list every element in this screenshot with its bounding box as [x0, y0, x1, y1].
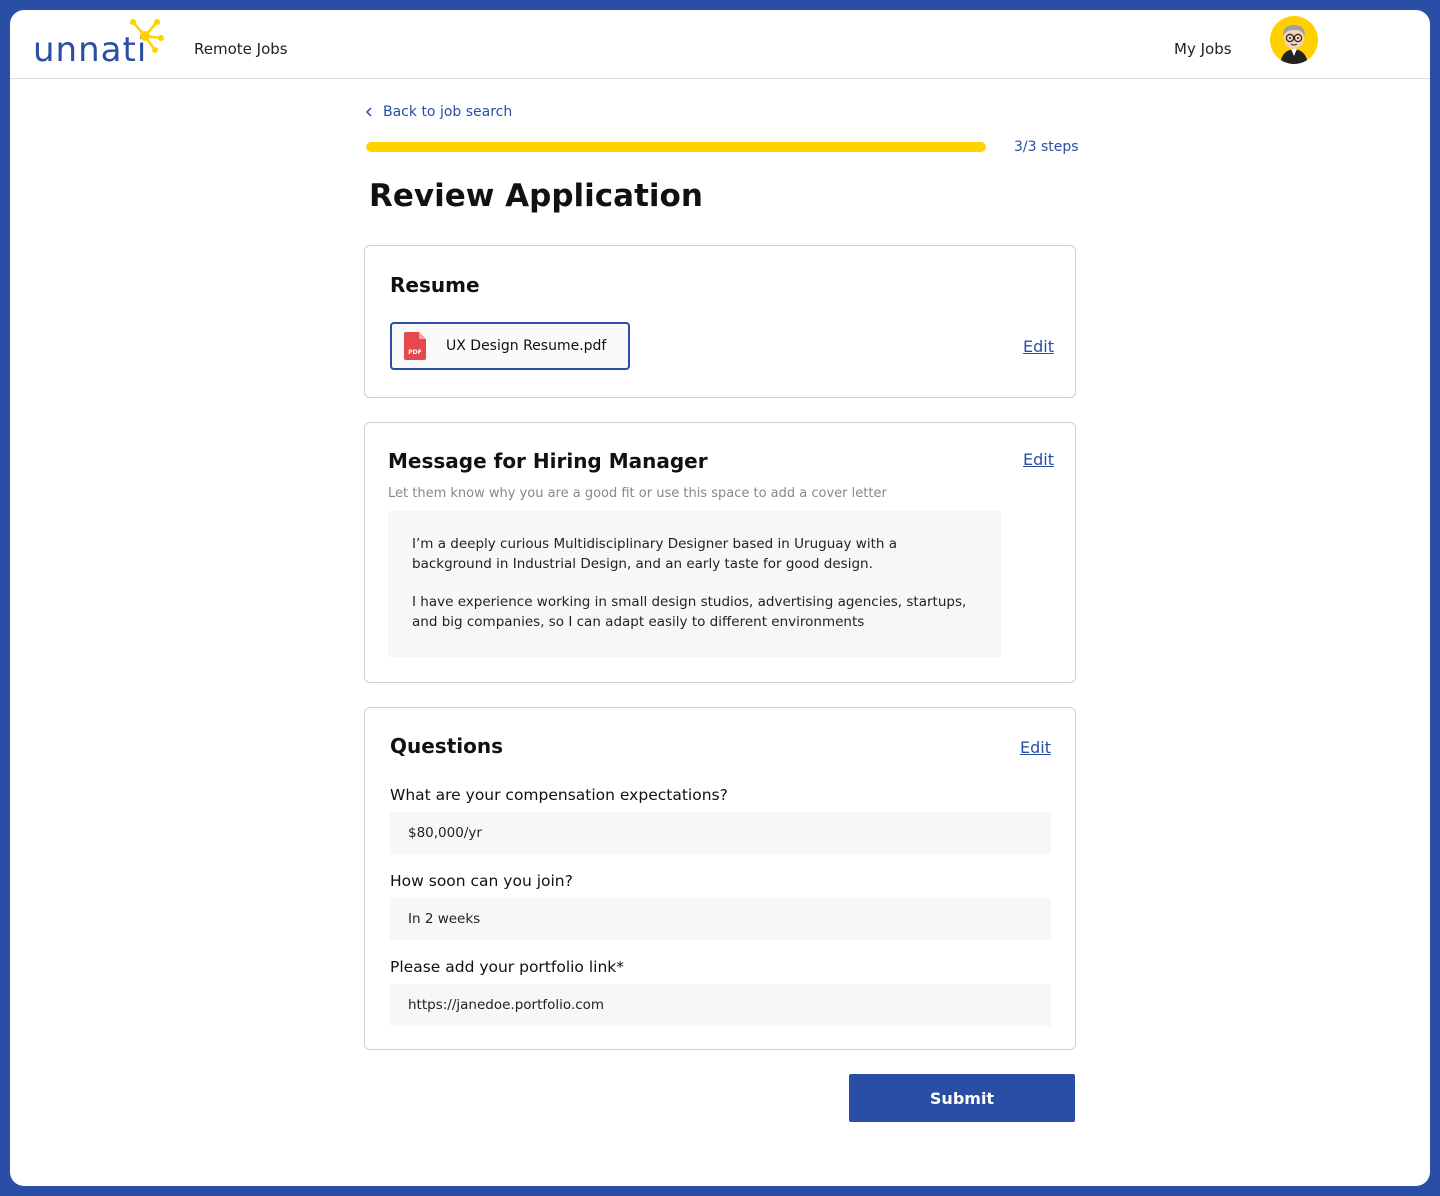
unnati-logo[interactable]: unnati	[33, 16, 168, 72]
back-to-job-search-link[interactable]: Back to job search	[365, 104, 512, 120]
answer-field: In 2 weeks	[390, 898, 1051, 940]
message-paragraph: I’m a deeply curious Multidisciplinary D…	[412, 536, 898, 572]
user-avatar-icon	[1280, 25, 1308, 64]
resume-title: Resume	[390, 273, 480, 297]
progress-fill	[366, 142, 986, 152]
svg-text:PDF: PDF	[408, 349, 421, 356]
questions-card: Questions Edit What are your compensatio…	[364, 707, 1076, 1050]
app-window: unnati Remote Jobs My Jobs Back to job s…	[10, 10, 1430, 1186]
submit-button[interactable]: Submit	[849, 1074, 1075, 1122]
answer-field: https://janedoe.portfolio.com	[390, 984, 1051, 1026]
pdf-file-icon: PDF	[404, 332, 426, 360]
progress-bar	[366, 142, 986, 152]
question-label: How soon can you join?	[390, 872, 573, 890]
message-subtitle: Let them know why you are a good fit or …	[388, 486, 887, 501]
nav-remote-jobs[interactable]: Remote Jobs	[194, 40, 288, 58]
resume-edit-link[interactable]: Edit	[1023, 337, 1054, 356]
question-label: What are your compensation expectations?	[390, 786, 728, 804]
answer-field: $80,000/yr	[390, 812, 1051, 854]
message-card: Message for Hiring Manager Edit Let them…	[364, 422, 1076, 683]
resume-card: Resume PDF UX Design Resume.pdf Edit	[364, 245, 1076, 398]
message-edit-link[interactable]: Edit	[1023, 450, 1054, 469]
question-label: Please add your portfolio link*	[390, 958, 625, 976]
chevron-left-icon	[365, 107, 372, 117]
resume-file-name: UX Design Resume.pdf	[446, 338, 607, 354]
nav-my-jobs[interactable]: My Jobs	[1174, 40, 1232, 58]
message-title: Message for Hiring Manager	[388, 449, 708, 473]
logo-sparkle-icon	[130, 19, 164, 53]
message-paragraph: I have experience working in small desig…	[412, 594, 967, 630]
back-label: Back to job search	[383, 104, 513, 120]
resume-file[interactable]: PDF UX Design Resume.pdf	[390, 322, 630, 370]
top-header: unnati Remote Jobs My Jobs	[10, 10, 1430, 79]
avatar[interactable]	[1270, 16, 1318, 64]
questions-title: Questions	[390, 734, 504, 758]
steps-indicator: 3/3 steps	[1014, 139, 1079, 155]
questions-edit-link[interactable]: Edit	[1020, 738, 1051, 757]
page-title: Review Application	[369, 178, 703, 214]
message-text-box: I’m a deeply curious Multidisciplinary D…	[388, 511, 1001, 657]
